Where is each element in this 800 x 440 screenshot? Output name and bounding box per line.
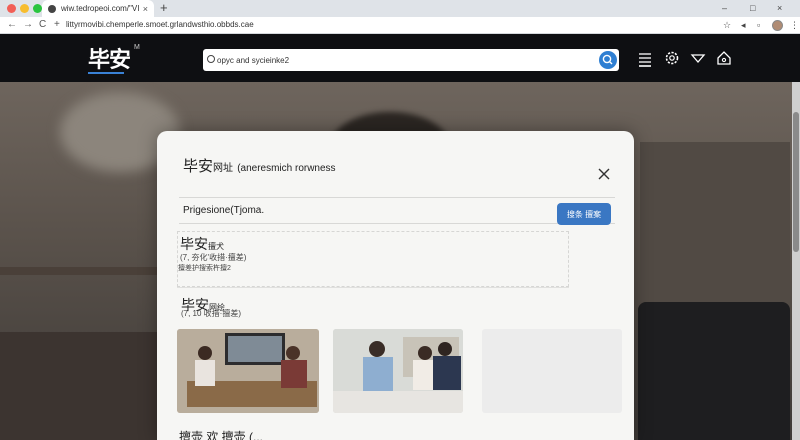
- search-modal: 毕安网址 (aneresmich rorwness Prigesione(Tjo…: [157, 131, 634, 440]
- bottom-label: 擅壶 欢 擅壶 (...: [179, 430, 264, 440]
- extension-icon[interactable]: ▫: [757, 20, 760, 30]
- modal-title-main: 毕安: [183, 158, 214, 175]
- site-header: 毕安 M: [0, 34, 800, 82]
- home-icon[interactable]: [715, 49, 733, 67]
- result-card-title-main: 毕安: [180, 236, 208, 252]
- modal-title: 毕安网址 (aneresmich rorwness: [183, 155, 336, 176]
- shelf-shape: [0, 267, 160, 275]
- search-input[interactable]: [217, 51, 577, 69]
- section-sub: (7, 10 收措·擅差): [181, 309, 242, 318]
- right-shelf-shape: [640, 142, 790, 322]
- browser-tab[interactable]: wiw.tedropeoi.com/"VIK. ×: [42, 0, 154, 17]
- window-close-button[interactable]: ×: [777, 3, 782, 13]
- search-bar: [203, 49, 619, 71]
- scrollbar-thumb[interactable]: [793, 112, 799, 252]
- site-logo[interactable]: 毕安: [88, 42, 131, 74]
- search-icon: [602, 54, 613, 65]
- browser-tab-bar: wiw.tedropeoi.com/"VIK. × + – □ ×: [0, 0, 800, 17]
- logo-mark: M: [134, 44, 140, 51]
- close-icon: [598, 168, 610, 180]
- list-icon[interactable]: [636, 49, 654, 67]
- search-lead-icon: [207, 55, 215, 63]
- forward-button[interactable]: →: [23, 19, 33, 31]
- close-window-button[interactable]: [7, 4, 16, 13]
- modal-title-small: 网址: [213, 163, 234, 174]
- monitor-shape: [638, 302, 790, 440]
- site-info-button[interactable]: +: [54, 19, 60, 31]
- result-card-desc: 擅差护搜索杵擅2: [178, 265, 231, 272]
- search-submit-button[interactable]: 搜条 擅案: [557, 203, 611, 225]
- result-card-title-small: 擅犬: [208, 242, 224, 251]
- window-restore-button[interactable]: □: [750, 3, 755, 13]
- speaker-icon[interactable]: ◂: [741, 20, 746, 31]
- chevron-down-icon[interactable]: [689, 49, 707, 67]
- result-card-sub: (7, 夯化'收措·擅差): [180, 253, 247, 262]
- search-button[interactable]: [599, 51, 617, 69]
- thumbnail-image[interactable]: [333, 329, 463, 413]
- thumbnail-placeholder[interactable]: [482, 329, 622, 413]
- new-tab-button[interactable]: +: [160, 1, 168, 15]
- url-field[interactable]: littyrmovibi.chemperle.smoet.grlandwsthi…: [66, 20, 254, 29]
- tab-close-icon[interactable]: ×: [143, 4, 148, 14]
- minimize-window-button[interactable]: [20, 4, 29, 13]
- maximize-window-button[interactable]: [33, 4, 42, 13]
- thumbnail-image[interactable]: [177, 329, 319, 413]
- tab-title: wiw.tedropeoi.com/"VIK.: [61, 4, 139, 13]
- back-button[interactable]: ←: [7, 19, 17, 31]
- address-bar-row: ← → C + littyrmovibi.chemperle.smoet.grl…: [0, 17, 800, 34]
- team-photo-image: [333, 329, 463, 413]
- modal-title-rest: (aneresmich rorwness: [237, 163, 336, 174]
- form-label: Prigesione(Tjoma.: [183, 205, 265, 216]
- result-card-title: 毕安擅犬: [180, 234, 224, 254]
- menu-icon[interactable]: ⋮: [790, 20, 799, 31]
- result-card[interactable]: 毕安擅犬 (7, 夯化'收措·擅差) 擅差护搜索杵擅2: [177, 231, 569, 287]
- profile-icon[interactable]: [772, 20, 783, 31]
- reload-button[interactable]: C: [39, 19, 46, 31]
- page-scrollbar[interactable]: [792, 82, 800, 440]
- bookcase-shape: [0, 332, 160, 440]
- star-icon[interactable]: ☆: [723, 20, 731, 31]
- gear-icon[interactable]: [663, 49, 681, 67]
- favicon-icon: [48, 4, 56, 13]
- form-row[interactable]: Prigesione(Tjoma.: [179, 197, 615, 224]
- window-minimize-button[interactable]: –: [722, 3, 727, 13]
- logo-underline: [88, 72, 124, 74]
- modal-close-button[interactable]: [597, 167, 611, 181]
- section-divider: [177, 287, 569, 288]
- meeting-photo-image: [177, 329, 319, 413]
